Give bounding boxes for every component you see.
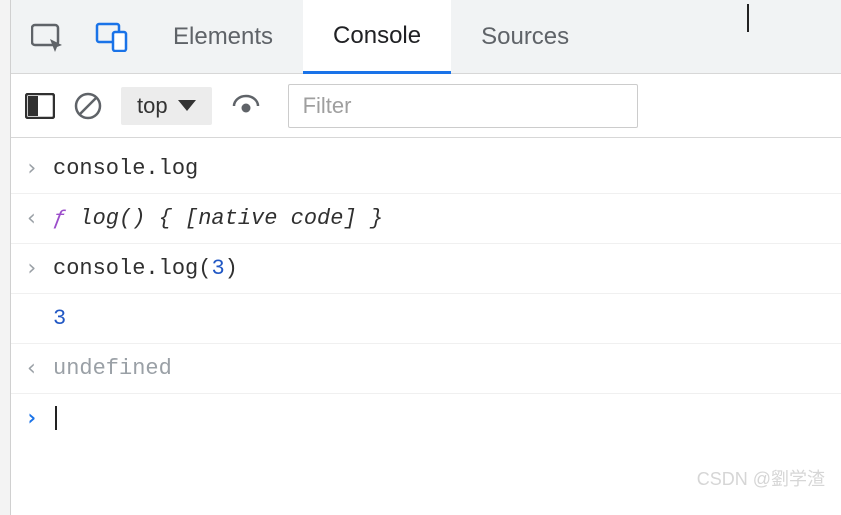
tab-console[interactable]: Console: [303, 0, 451, 74]
devtools-tabbar: Elements Console Sources: [11, 0, 841, 74]
context-label: top: [137, 93, 168, 119]
console-output: › console.log ‹ ƒ log() { [native code] …: [11, 138, 841, 443]
tab-elements[interactable]: Elements: [143, 0, 303, 73]
clear-console-icon[interactable]: [73, 91, 103, 121]
function-f-icon: ƒ: [53, 206, 66, 231]
console-input-line[interactable]: › console.log(3): [11, 244, 841, 294]
chevron-down-icon: [178, 100, 196, 111]
console-result-text: ƒ log() { [native code] }: [53, 202, 383, 235]
live-expression-icon[interactable]: [230, 94, 262, 118]
input-arrow-icon: ›: [25, 152, 43, 185]
input-arrow-icon: ›: [25, 252, 43, 285]
console-undefined-text: undefined: [53, 352, 172, 385]
text-caret: [747, 4, 749, 32]
console-result-line[interactable]: ‹ undefined: [11, 344, 841, 394]
output-arrow-icon: ‹: [25, 352, 43, 385]
context-selector[interactable]: top: [121, 87, 212, 125]
toggle-sidebar-icon[interactable]: [25, 93, 55, 119]
console-prompt-input[interactable]: [53, 402, 57, 435]
console-result-line[interactable]: ‹ ƒ log() { [native code] }: [11, 194, 841, 244]
tab-sources[interactable]: Sources: [451, 0, 599, 73]
left-gutter: [0, 0, 10, 515]
filter-wrapper: [288, 84, 638, 128]
console-log-line[interactable]: 3: [11, 294, 841, 344]
console-entry-text: console.log: [53, 152, 198, 185]
output-arrow-icon: ‹: [25, 202, 43, 235]
console-log-value: 3: [53, 302, 66, 335]
console-toolbar: top: [11, 74, 841, 138]
console-prompt-line[interactable]: ›: [11, 394, 841, 443]
prompt-arrow-icon: ›: [25, 402, 43, 435]
device-toolbar-icon[interactable]: [95, 22, 129, 52]
inspect-element-icon[interactable]: [31, 22, 65, 52]
console-entry-text: console.log(3): [53, 252, 238, 285]
console-input-line[interactable]: › console.log: [11, 144, 841, 194]
watermark-text: CSDN @劉学渣: [697, 465, 825, 491]
filter-input[interactable]: [288, 84, 638, 128]
